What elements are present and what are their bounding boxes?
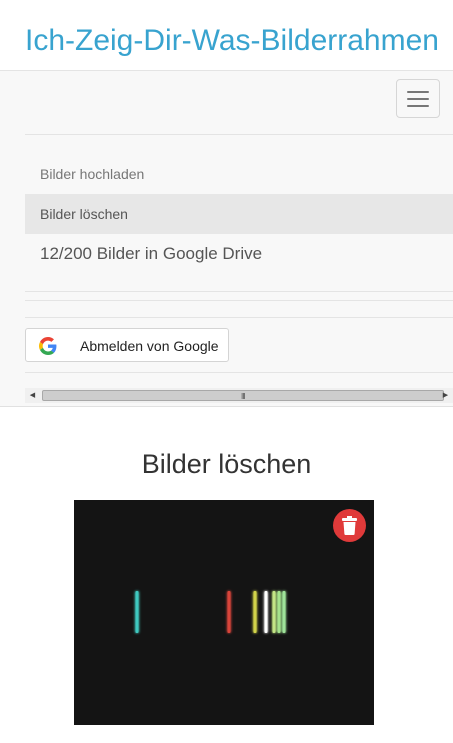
- scrollbar-thumb[interactable]: III: [42, 390, 444, 401]
- google-signout-label: Abmelden von Google: [80, 338, 219, 354]
- google-signout-button[interactable]: Abmelden von Google: [25, 328, 229, 362]
- photo-thumbnail[interactable]: [74, 500, 374, 725]
- app-title[interactable]: Ich-Zeig-Dir-Was-Bilderrahmen: [25, 24, 439, 58]
- scrollbar-grip: III: [241, 392, 246, 401]
- page-title: Bilder löschen: [141, 449, 312, 479]
- divider: [25, 134, 453, 135]
- app-header: Ich-Zeig-Dir-Was-Bilderrahmen: [0, 0, 453, 71]
- hamburger-icon-bar: [407, 105, 429, 107]
- scroll-left-icon[interactable]: ◀: [25, 388, 40, 403]
- image-count-status: 12/200 Bilder in Google Drive: [40, 244, 263, 263]
- google-g-icon: [39, 337, 57, 355]
- navbar-toggle-button[interactable]: [396, 79, 440, 118]
- delete-image-button[interactable]: [333, 509, 366, 542]
- scroll-right-icon[interactable]: ▶: [438, 388, 453, 403]
- horizontal-scrollbar[interactable]: ◀ III ▶: [25, 388, 453, 403]
- photo-content: [74, 500, 374, 725]
- trash-icon: [342, 516, 357, 535]
- hamburger-icon-bar: [407, 98, 429, 100]
- navbar-collapse: Bilder hochladen Bilder löschen 12/200 B…: [0, 71, 453, 407]
- menu-item-delete[interactable]: Bilder löschen: [25, 194, 453, 234]
- divider: [25, 372, 453, 373]
- divider: [25, 317, 453, 318]
- menu-item-upload[interactable]: Bilder hochladen: [25, 154, 453, 194]
- divider: [25, 291, 453, 292]
- hamburger-icon: [407, 91, 429, 93]
- divider: [25, 300, 453, 301]
